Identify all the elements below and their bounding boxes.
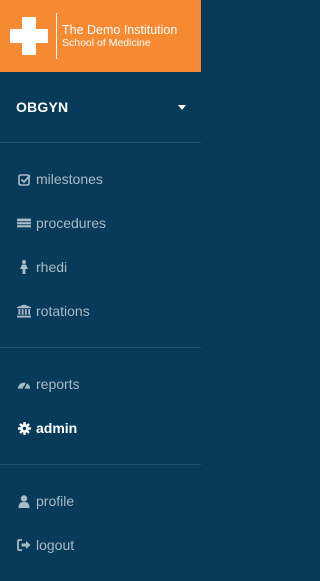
dashboard-icon	[17, 377, 31, 391]
brand-title: The Demo Institution	[62, 22, 178, 37]
procedures-icon	[17, 216, 31, 230]
nav-group-main: milestones procedures rhedi rotations	[0, 143, 201, 347]
nav-item-procedures[interactable]: procedures	[0, 201, 201, 245]
nav-item-label: logout	[36, 537, 75, 553]
program-dropdown[interactable]: OBGYN	[0, 72, 201, 142]
sign-out-icon	[17, 538, 31, 552]
nav-item-label: procedures	[36, 215, 107, 231]
nav-item-label: milestones	[36, 171, 103, 187]
nav-item-label: admin	[36, 420, 78, 436]
caret-down-icon	[178, 104, 186, 110]
program-label: OBGYN	[16, 99, 69, 115]
nav-group-account: profile logout	[0, 465, 201, 581]
nav-item-label: rotations	[36, 303, 90, 319]
nav-item-admin[interactable]: admin	[0, 406, 201, 450]
nav-item-label: rhedi	[36, 259, 68, 275]
nav-group-admin: reports admin	[0, 348, 201, 464]
institution-icon	[17, 304, 31, 318]
gear-icon	[17, 421, 31, 435]
nav-item-label: reports	[36, 376, 80, 392]
nav-item-label: profile	[36, 493, 75, 509]
brand-subtitle: School of Medicine	[62, 37, 151, 50]
nav-item-milestones[interactable]: milestones	[0, 157, 201, 201]
brand-header[interactable]: The Demo Institution School of Medicine	[0, 0, 201, 72]
nav-item-profile[interactable]: profile	[0, 479, 201, 523]
brand-divider	[56, 13, 57, 59]
nav-item-reports[interactable]: reports	[0, 362, 201, 406]
nav-item-rhedi[interactable]: rhedi	[0, 245, 201, 289]
medical-cross-icon	[5, 12, 53, 60]
check-square-icon	[17, 172, 31, 186]
nav-item-logout[interactable]: logout	[0, 523, 201, 567]
user-icon	[17, 494, 31, 508]
brand-text: The Demo Institution School of Medicine	[62, 23, 177, 49]
female-icon	[17, 260, 31, 274]
sidebar: The Demo Institution School of Medicine …	[0, 0, 201, 574]
nav-item-rotations[interactable]: rotations	[0, 289, 201, 333]
